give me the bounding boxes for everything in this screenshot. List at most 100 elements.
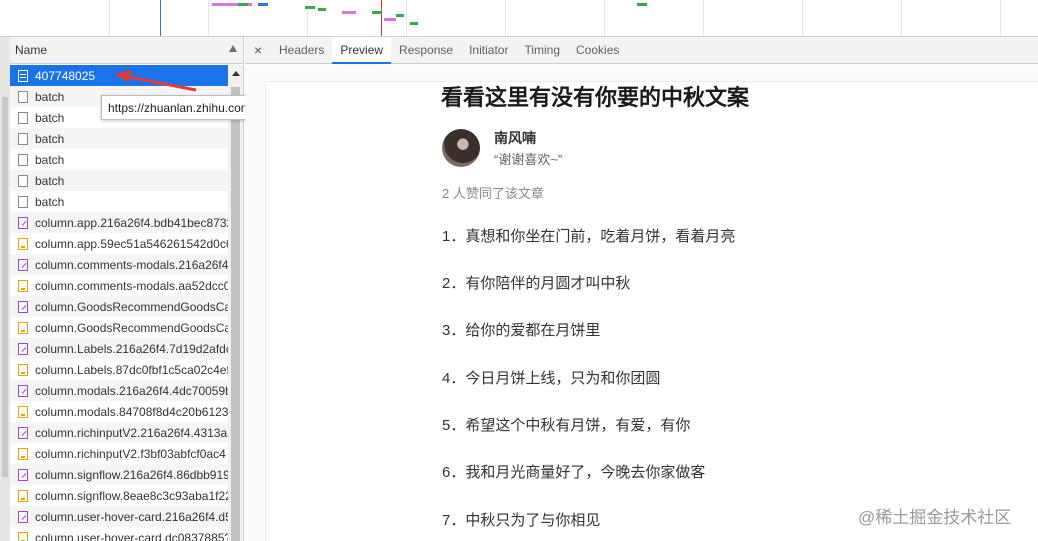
tab-response[interactable]: Response — [391, 37, 461, 63]
request-row[interactable]: column.Labels.216a26f4.7d19d2afdc — [10, 338, 228, 359]
request-row[interactable]: column.user-hover-card.dc0837885? — [10, 527, 228, 541]
request-name: column.comments-modals.216a26f4 — [35, 257, 228, 272]
close-icon[interactable]: × — [245, 37, 271, 63]
checkbox-icon — [18, 195, 28, 208]
request-row[interactable]: column.comments-modals.216a26f4 — [10, 254, 228, 275]
request-list: 407748025 batch batch batch batch batch batch c… — [10, 65, 228, 541]
request-name: column.modals.216a26f4.4dc70059b — [35, 383, 228, 398]
request-row[interactable]: column.signflow.216a26f4.86dbb919 — [10, 464, 228, 485]
network-timeline-overview[interactable] — [0, 0, 1038, 37]
paragraph: 1．真想和你坐在门前，吃着月饼，看着月亮 — [442, 228, 736, 245]
scroll-up-icon[interactable] — [232, 71, 240, 76]
dom-content-loaded-marker — [160, 0, 161, 36]
stylesheet-icon — [18, 447, 28, 460]
avatar[interactable] — [442, 129, 480, 167]
request-name: 407748025 — [35, 68, 96, 83]
request-row[interactable]: column.comments-modals.aa52dcc0 — [10, 275, 228, 296]
request-row[interactable]: column.app.59ec51a546261542d0c6 — [10, 233, 228, 254]
request-name: column.richinputV2.f3bf03abfcf0ac4 — [35, 446, 226, 461]
request-name: column.GoodsRecommendGoodsCa — [35, 299, 228, 314]
red-arrow-annotation — [114, 70, 197, 92]
author-bio: “谢谢喜欢~” — [494, 152, 563, 167]
request-name: column.modals.84708f8d4c20b6123 — [35, 404, 228, 419]
paragraph: 4．今日月饼上线，只为和你团圆 — [442, 370, 661, 387]
checkbox-icon — [18, 174, 28, 187]
request-row[interactable]: column.signflow.8eae8c3c93aba1f22 — [10, 485, 228, 506]
script-icon — [18, 342, 28, 355]
request-name: batch — [35, 89, 65, 104]
article-title: 看看这里有没有你要的中秋文案 — [441, 85, 750, 110]
tab-headers[interactable]: Headers — [271, 37, 332, 63]
script-icon — [18, 216, 28, 229]
request-name: column.comments-modals.aa52dcc0 — [35, 278, 228, 293]
request-row[interactable]: column.app.216a26f4.bdb41bec8732 — [10, 212, 228, 233]
request-row[interactable]: column.GoodsRecommendGoodsCa — [10, 296, 228, 317]
stylesheet-icon — [18, 405, 28, 418]
stylesheet-icon — [18, 531, 28, 541]
request-name: batch — [35, 110, 65, 125]
request-row[interactable]: column.modals.216a26f4.4dc70059b — [10, 380, 228, 401]
request-name: column.richinputV2.216a26f4.4313a. — [35, 425, 228, 440]
stylesheet-icon — [18, 321, 28, 334]
stylesheet-icon — [18, 279, 28, 292]
checkbox-icon — [18, 153, 28, 166]
stylesheet-icon — [18, 237, 28, 250]
request-name: batch — [35, 152, 65, 167]
request-name: column.Labels.216a26f4.7d19d2afdc — [35, 341, 228, 356]
like-count: 2 人赞同了该文章 — [442, 186, 544, 201]
request-row[interactable]: column.Labels.87dc0fbf1c5ca02c4ef. — [10, 359, 228, 380]
request-row[interactable]: batch — [10, 149, 228, 170]
script-icon — [18, 510, 28, 523]
author-name[interactable]: 南风喃 — [494, 128, 536, 148]
tab-initiator[interactable]: Initiator — [461, 37, 516, 63]
request-name: column.app.59ec51a546261542d0c6 — [35, 236, 228, 251]
paragraph: 3．给你的爱都在月饼里 — [442, 322, 601, 339]
sort-ascending-icon[interactable] — [229, 45, 237, 52]
document-icon — [18, 69, 28, 82]
request-row[interactable]: batch — [10, 170, 228, 191]
request-name: column.signflow.216a26f4.86dbb919 — [35, 467, 228, 482]
request-row[interactable]: column.user-hover-card.216a26f4.d5 — [10, 506, 228, 527]
request-name: column.app.216a26f4.bdb41bec8732 — [35, 215, 228, 230]
detail-tab-bar: × Headers Preview Response Initiator Tim… — [245, 37, 1038, 64]
left-gutter — [0, 37, 10, 541]
request-row[interactable]: batch — [10, 128, 228, 149]
load-event-marker — [381, 0, 382, 36]
script-icon — [18, 384, 28, 397]
tab-preview[interactable]: Preview — [332, 37, 392, 64]
paragraph: 2．有你陪伴的月圆才叫中秋 — [442, 275, 631, 292]
request-row[interactable]: column.GoodsRecommendGoodsCa — [10, 317, 228, 338]
request-name: column.GoodsRecommendGoodsCa — [35, 320, 228, 335]
stylesheet-icon — [18, 363, 28, 376]
article-card: 看看这里有没有你要的中秋文案 南风喃 “谢谢喜欢~” 2 人赞同了该文章 1．真… — [265, 81, 1038, 541]
scrollbar-thumb[interactable] — [231, 87, 240, 541]
script-icon — [18, 468, 28, 481]
request-row[interactable]: column.modals.84708f8d4c20b6123 — [10, 401, 228, 422]
request-name: column.signflow.8eae8c3c93aba1f22 — [35, 488, 228, 503]
request-row[interactable]: column.richinputV2.f3bf03abfcf0ac4 — [10, 443, 228, 464]
script-icon — [18, 300, 28, 313]
checkbox-icon — [18, 111, 28, 124]
name-column-header[interactable]: Name — [10, 37, 243, 64]
request-name: column.user-hover-card.dc0837885? — [35, 530, 228, 541]
checkbox-icon — [18, 90, 28, 103]
request-row[interactable]: batch — [10, 191, 228, 212]
request-row[interactable]: column.richinputV2.216a26f4.4313a. — [10, 422, 228, 443]
script-icon — [18, 426, 28, 439]
request-name: column.Labels.87dc0fbf1c5ca02c4ef. — [35, 362, 228, 377]
tab-timing[interactable]: Timing — [516, 37, 568, 63]
tab-cookies[interactable]: Cookies — [568, 37, 627, 63]
script-icon — [18, 258, 28, 271]
checkbox-icon — [18, 132, 28, 145]
preview-pane[interactable]: 看看这里有没有你要的中秋文案 南风喃 “谢谢喜欢~” 2 人赞同了该文章 1．真… — [245, 65, 1038, 541]
paragraph: 7．中秋只为了与你相见 — [442, 512, 601, 529]
request-name: column.user-hover-card.216a26f4.d5 — [35, 509, 228, 524]
name-column-label: Name — [15, 43, 48, 57]
paragraph: 5．希望这个中秋有月饼，有爱，有你 — [442, 417, 691, 434]
request-name: batch — [35, 131, 65, 146]
paragraph: 6．我和月光商量好了，今晚去你家做客 — [442, 464, 706, 481]
stylesheet-icon — [18, 489, 28, 502]
request-name: batch — [35, 194, 65, 209]
watermark: @稀土掘金技术社区 — [858, 508, 1012, 527]
request-list-scrollbar[interactable] — [228, 65, 243, 541]
